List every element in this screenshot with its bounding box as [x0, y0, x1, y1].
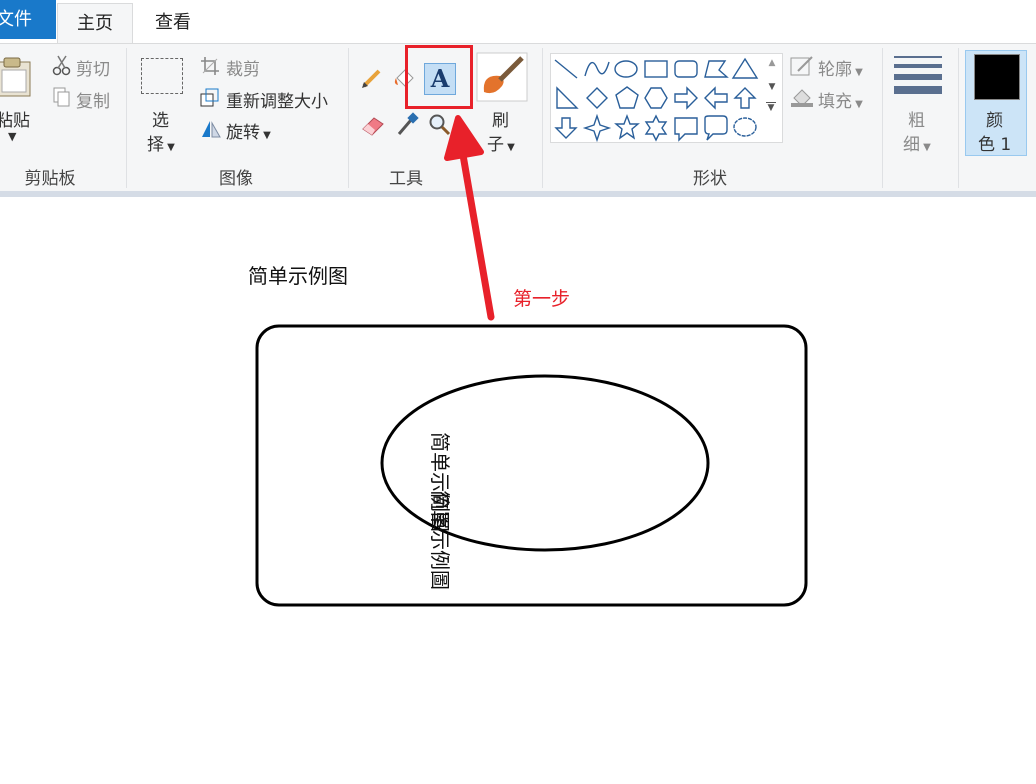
drawn-rounded-rectangle — [255, 324, 808, 607]
step-arrow-head — [444, 115, 484, 161]
step-arrow-shaft — [459, 151, 495, 321]
canvas-drawing-layer — [255, 115, 808, 607]
rotated-text-2: 简單示例圖 — [428, 470, 550, 590]
rotated-text-1: 简单示例图 — [428, 412, 550, 532]
step-annotation-text: 第一步 — [513, 288, 571, 310]
rotated-text-2-label: 简單示例圖 — [428, 490, 452, 590]
